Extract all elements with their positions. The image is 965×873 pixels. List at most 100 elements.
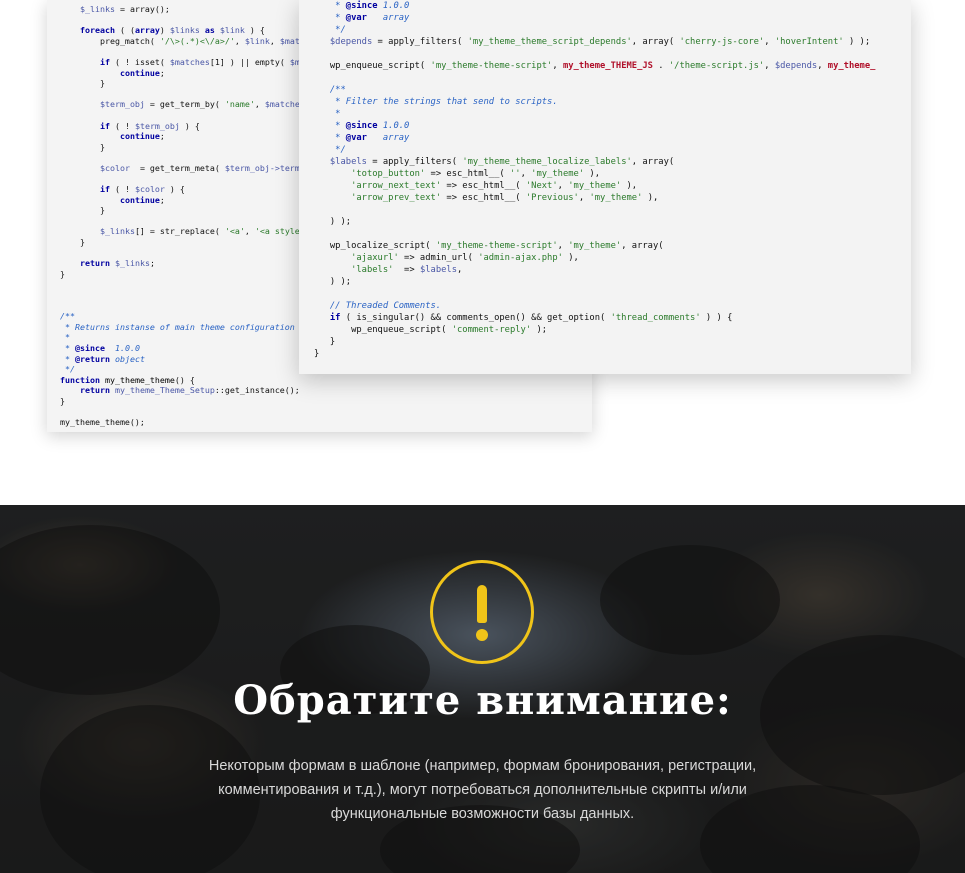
code-token: . xyxy=(652,61,669,71)
code-token: foreach xyxy=(79,25,115,36)
code-token: ), xyxy=(562,253,579,263)
code-line: /** xyxy=(314,84,911,96)
code-token: , xyxy=(557,241,569,251)
code-line: $depends = apply_filters( 'my_theme_them… xyxy=(314,36,911,48)
code-token: * xyxy=(314,1,346,11)
code-token: $labels xyxy=(329,157,367,167)
code-token: 'ajaxurl' xyxy=(351,253,399,263)
code-token: ) ); xyxy=(314,217,352,227)
code-line: */ xyxy=(314,24,911,36)
notice-heading: Обратите внимание: xyxy=(233,677,732,724)
code-token: /** xyxy=(314,85,346,95)
code-token: 'arrow_next_text' xyxy=(351,181,442,191)
code-token: = apply_filters( xyxy=(366,157,463,167)
code-token: , xyxy=(764,37,775,47)
code-token: => esc_html__( xyxy=(425,169,510,179)
code-token: $color xyxy=(134,184,165,195)
code-token: , xyxy=(552,61,563,71)
code-token: '/\>(.*)<\/a>/' xyxy=(159,35,235,46)
code-token: ) xyxy=(159,25,170,36)
code-token: 'my_theme_theme_localize_labels' xyxy=(462,157,632,167)
code-token: /** xyxy=(60,311,75,322)
code-token: ; xyxy=(159,194,165,205)
code-token: ) ) { xyxy=(700,313,733,323)
code-token: } xyxy=(60,78,105,89)
code-token: 'thread_comments' xyxy=(610,313,701,323)
code-line: 'ajaxurl' => admin_url( 'admin-ajax.php'… xyxy=(314,252,911,264)
code-token: $term_obj xyxy=(99,99,145,110)
code-line: wp_enqueue_script( 'my_theme-theme-scrip… xyxy=(314,60,911,72)
code-token: $term_obj xyxy=(134,120,180,131)
code-token: my_theme_theme(); xyxy=(60,417,145,428)
exclamation-circle-icon xyxy=(430,560,534,664)
code-token: ; xyxy=(149,258,155,269)
code-token: * xyxy=(314,13,346,23)
code-token: wp_localize_script( xyxy=(314,241,436,251)
code-token: wp_enqueue_script( xyxy=(314,325,452,335)
code-token: } xyxy=(314,349,320,359)
code-token: = get_term_meta( xyxy=(129,162,225,173)
code-token: , array( xyxy=(631,37,680,47)
code-line: 'arrow_prev_text' => esc_html__( 'Previo… xyxy=(314,192,911,204)
code-line: $labels = apply_filters( 'my_theme_theme… xyxy=(314,156,911,168)
code-token: 'admin-ajax.php' xyxy=(478,253,563,263)
code-token: , array( xyxy=(631,157,675,167)
code-token: @var xyxy=(345,13,367,23)
code-line: ) ); xyxy=(314,216,911,228)
code-token: } xyxy=(60,237,85,248)
code-token: ) ); xyxy=(843,37,871,47)
code-token: ), xyxy=(642,193,659,203)
code-token: ); xyxy=(531,325,548,335)
notice-description: Некоторым формам в шаблоне (например, фо… xyxy=(208,758,757,822)
code-token: , xyxy=(764,61,775,71)
code-token: 'Next' xyxy=(525,181,558,191)
code-token: , xyxy=(520,169,532,179)
code-token: ), xyxy=(584,169,601,179)
code-token: @return xyxy=(75,353,110,364)
code-token: $matche xyxy=(264,99,300,110)
code-token: => esc_html__( xyxy=(441,193,526,203)
code-line: } xyxy=(314,348,911,360)
code-token: continue xyxy=(119,194,160,205)
code-token: 'labels' xyxy=(351,265,394,275)
code-token: return xyxy=(79,385,110,396)
code-token: 'my_theme_theme_script_depends' xyxy=(467,37,632,47)
code-token: function xyxy=(60,374,100,385)
code-token: @since xyxy=(75,343,105,353)
code-token: } xyxy=(60,395,65,406)
code-token: ( ! xyxy=(109,184,135,195)
code-token: if xyxy=(99,184,110,195)
code-token: @since xyxy=(345,1,378,11)
code-token: continue xyxy=(119,67,160,78)
code-token: 'hoverIntent' xyxy=(774,37,844,47)
code-token: $link xyxy=(244,35,270,46)
code-token: [] = str_replace( xyxy=(134,226,225,237)
code-token: as xyxy=(204,25,215,36)
code-token: , xyxy=(578,193,590,203)
code-line: my_theme_theme(); xyxy=(60,417,592,428)
code-token: array xyxy=(134,25,160,36)
code-token: 'my_theme' xyxy=(568,241,622,251)
code-token: preg_match( xyxy=(60,35,160,46)
code-token: , xyxy=(234,35,245,46)
code-token: = get_term_by( xyxy=(144,99,225,110)
code-token: if xyxy=(99,120,110,131)
code-token: // Threaded Comments. xyxy=(314,301,442,311)
code-token: , xyxy=(557,181,569,191)
